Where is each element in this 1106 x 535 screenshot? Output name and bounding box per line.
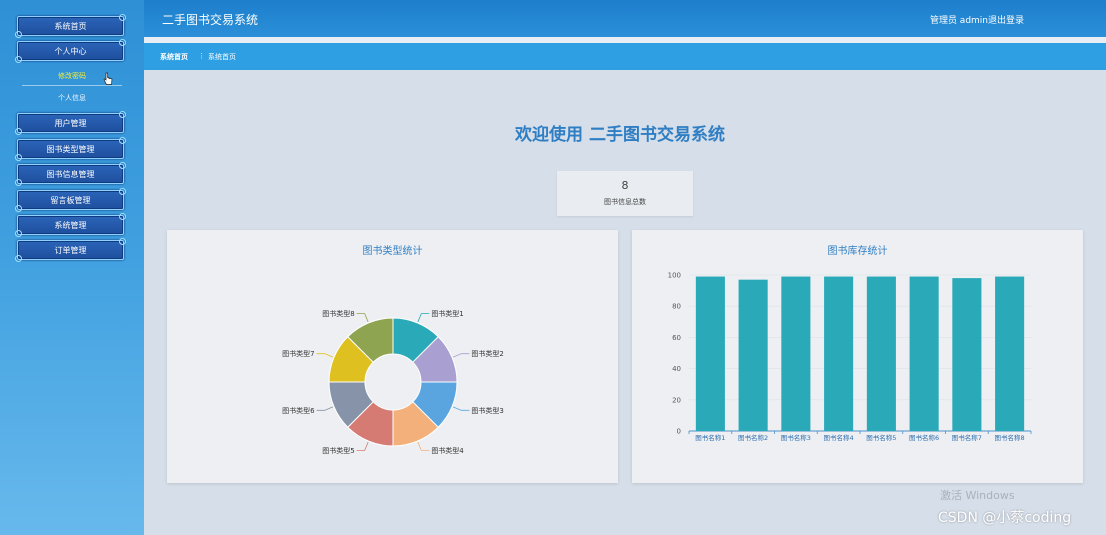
sidebar-subitem-personal-info[interactable]: 个人信息 [0,93,144,103]
sidebar-item-label: 图书信息管理 [46,169,95,179]
pie-label-line [316,353,334,358]
top-header: 二手图书交易系统 管理员 admin 退出登录 [144,0,1106,37]
pie-slice-label: 图书类型8 [322,309,354,318]
book-type-chart-panel: 图书类型统计 图书类型1 图书类型2 图书类型3 图书类型4 图书类型5 图书类型6 图书类… [167,230,618,483]
book-count-card: 8 图书信息总数 [557,171,693,216]
stock-bar[interactable] [909,276,939,431]
breadcrumb-home[interactable]: 系统首页 [160,52,188,62]
sidebar-item-label: 订单管理 [54,245,87,255]
sidebar-item-label: 系统管理 [54,220,87,230]
sidebar-item-personal-center[interactable]: 个人中心 [15,39,126,63]
pie-label-line [417,313,430,323]
x-tick-label: 图书名称3 [781,433,811,442]
hand-cursor-icon [103,72,113,85]
sidebar-item-book-info-management[interactable]: 图书信息管理 [15,162,126,186]
sidebar: 系统首页 个人中心 修改密码 个人信息 用户管理 图书类型管理 图书信息管理 留… [0,0,144,535]
sidebar-subitem-change-password[interactable]: 修改密码 [0,71,144,81]
pie-slice-label: 图书类型2 [471,349,503,358]
pie-label-line [316,406,334,411]
csdn-watermark: CSDN @小蔡coding [938,510,1072,526]
x-tick-label: 图书名称1 [695,433,725,442]
pie-label-line [452,353,470,358]
x-tick-label: 图书名称6 [909,433,939,442]
pie-slice-label: 图书类型4 [431,446,464,455]
x-tick-label: 图书名称2 [738,433,768,442]
app-title: 二手图书交易系统 [162,13,259,27]
sidebar-item-label: 留言板管理 [50,195,91,205]
pie-slice-label: 图书类型7 [282,349,314,358]
book-stock-chart-panel: 图书库存统计 0 20 40 60 80 100 图书名称1 图书名称2 图书名称3 图书名称4 图… [632,230,1083,483]
sidebar-item-home[interactable]: 系统首页 [15,14,126,38]
stock-bar[interactable] [952,278,982,431]
stock-bar[interactable] [695,276,725,431]
welcome-heading: 欢迎使用 二手图书交易系统 [515,125,725,145]
sidebar-item-label: 用户管理 [54,118,87,128]
sidebar-item-order-management[interactable]: 订单管理 [15,238,126,262]
sidebar-item-label: 系统首页 [54,21,87,31]
current-user: 管理员 admin [929,16,988,26]
y-tick-label: 40 [672,365,681,373]
y-tick-label: 20 [672,396,681,404]
book-stock-bar-chart: 0 20 40 60 80 100 图书名称1 图书名称2 图书名称3 图书名称4 图书名称5 图书名… [668,272,1032,442]
pie-label-line [452,406,470,411]
x-tick-label: 图书名称5 [866,433,896,442]
stock-bar[interactable] [995,276,1025,431]
y-tick-label: 100 [668,272,681,280]
sidebar-divider [22,85,122,86]
stock-bar[interactable] [781,276,811,431]
sidebar-item-user-management[interactable]: 用户管理 [15,111,126,135]
breadcrumb-current: 系统首页 [208,53,236,61]
x-tick-label: 图书名称7 [952,433,982,442]
book-type-pie-chart: 图书类型1 图书类型2 图书类型3 图书类型4 图书类型5 图书类型6 图书类型7 图书类型8 [282,309,504,455]
pie-slice-label: 图书类型1 [431,309,463,318]
book-count-label: 图书信息总数 [604,198,646,206]
y-tick-label: 0 [677,428,681,436]
book-count-value: 8 [621,179,629,192]
breadcrumb-separator: ⋮ [198,52,205,60]
pie-label-line [417,441,430,451]
stock-bar[interactable] [824,276,854,431]
windows-activation-watermark: 激活 Windows [940,489,1015,502]
x-tick-label: 图书名称8 [995,433,1025,442]
stock-bar[interactable] [866,276,896,431]
x-tick-label: 图书名称4 [824,433,854,442]
breadcrumb: 系统首页 ⋮ 系统首页 [144,43,1106,70]
y-tick-label: 80 [672,303,681,311]
pie-slice-label: 图书类型6 [282,406,315,415]
pie-slice-label: 图书类型3 [471,406,503,415]
y-tick-label: 60 [672,334,681,342]
logout-link[interactable]: 退出登录 [988,13,1024,26]
pie-slice-label: 图书类型5 [322,446,354,455]
sidebar-item-book-type-management[interactable]: 图书类型管理 [15,137,126,161]
sidebar-item-system-management[interactable]: 系统管理 [15,213,126,237]
stock-bar[interactable] [738,279,768,431]
pie-label-line [356,313,369,323]
sidebar-item-message-board-management[interactable]: 留言板管理 [15,188,126,212]
sidebar-item-label: 图书类型管理 [46,144,95,154]
sidebar-item-label: 个人中心 [54,46,87,56]
pie-label-line [356,441,369,451]
